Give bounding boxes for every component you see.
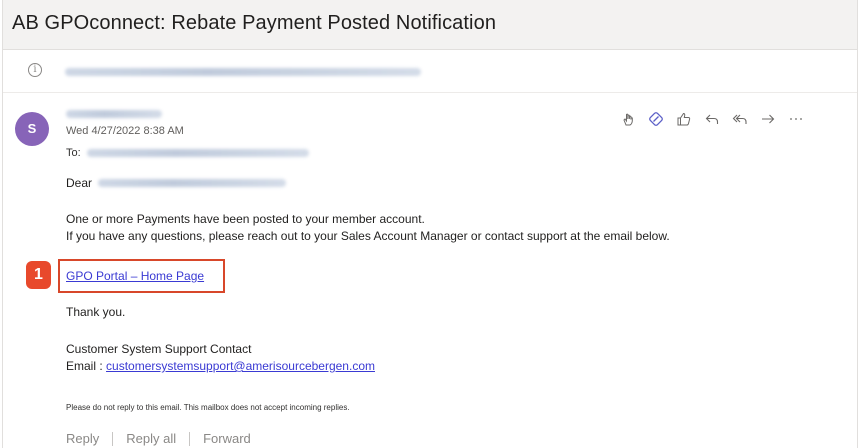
divider xyxy=(189,431,191,446)
email-label: Email : xyxy=(66,359,103,373)
forward-icon[interactable] xyxy=(755,109,781,129)
email-reading-pane: AB GPOconnect: Rebate Payment Posted Not… xyxy=(2,0,858,448)
reply-all-icon[interactable] xyxy=(727,109,753,129)
loop-icon[interactable] xyxy=(643,109,669,129)
sender-avatar[interactable]: S xyxy=(15,112,49,146)
body-line-1: One or more Payments have been posted to… xyxy=(66,212,425,226)
message-actions-toolbar xyxy=(615,109,811,129)
redacted-recipients[interactable] xyxy=(86,149,309,157)
body-line-2: If you have any questions, please reach … xyxy=(66,229,670,243)
info-row: i xyxy=(3,51,857,93)
reply-button[interactable]: Reply xyxy=(66,431,99,446)
forward-button[interactable]: Forward xyxy=(203,431,251,446)
thank-you-text: Thank you. xyxy=(66,305,126,319)
support-email-row: Email : customersystemsupport@amerisourc… xyxy=(66,359,375,373)
support-email-link[interactable]: customersystemsupport@amerisourcebergen.… xyxy=(106,359,375,373)
like-icon[interactable] xyxy=(671,109,697,129)
hand-icon[interactable] xyxy=(615,109,641,129)
support-heading: Customer System Support Contact xyxy=(66,342,252,356)
redacted-sender-name[interactable] xyxy=(66,110,162,118)
info-icon[interactable]: i xyxy=(28,63,42,77)
greeting: Dear xyxy=(66,176,93,190)
reply-footer: Reply Reply all Forward xyxy=(66,431,251,446)
email-subject: AB GPOconnect: Rebate Payment Posted Not… xyxy=(12,12,497,34)
divider xyxy=(112,431,114,446)
to-label: To: xyxy=(66,147,81,159)
redacted-info-text xyxy=(65,68,421,76)
more-icon[interactable] xyxy=(783,109,809,129)
redacted-recipient-name xyxy=(98,179,287,187)
subject-bar: AB GPOconnect: Rebate Payment Posted Not… xyxy=(3,0,857,50)
recipient-row: To: xyxy=(66,147,309,159)
no-reply-note: Please do not reply to this email. This … xyxy=(66,403,350,412)
step-callout-badge: 1 xyxy=(26,261,51,289)
gpo-portal-link[interactable]: GPO Portal – Home Page xyxy=(66,269,204,283)
reply-icon[interactable] xyxy=(699,109,725,129)
greeting-line: Dear xyxy=(66,176,287,190)
email-timestamp: Wed 4/27/2022 8:38 AM xyxy=(66,125,184,137)
reply-all-button[interactable]: Reply all xyxy=(126,431,176,446)
